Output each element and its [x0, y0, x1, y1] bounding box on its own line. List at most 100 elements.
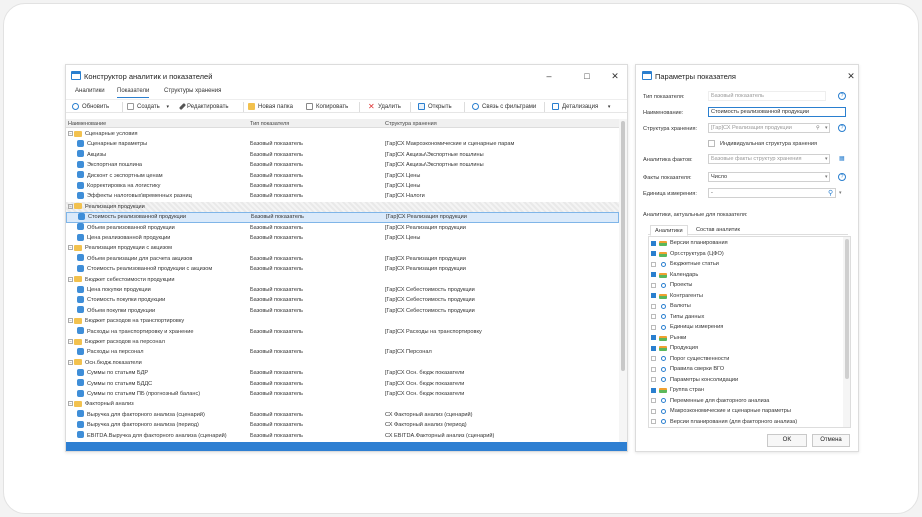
- table-row[interactable]: Цена покупки продукции Базовый показатель…: [66, 285, 619, 295]
- list-item[interactable]: Версии планирования (для факторного анал…: [649, 417, 842, 428]
- analytics-checkbox[interactable]: [651, 419, 656, 424]
- refresh-button[interactable]: Обновить: [72, 100, 109, 114]
- collapse-icon[interactable]: −: [68, 339, 73, 345]
- minimize-button[interactable]: –: [538, 68, 560, 84]
- folder-row[interactable]: − Факторный анализ: [66, 399, 619, 410]
- ok-button[interactable]: OK: [767, 434, 807, 447]
- table-row[interactable]: Выручка для факторного анализа (сценарий…: [66, 410, 619, 420]
- analytics-checkbox[interactable]: [651, 324, 656, 330]
- analytics-checkbox[interactable]: [651, 303, 656, 309]
- analytics-checkbox[interactable]: [651, 345, 656, 351]
- table-row[interactable]: Объем реализации для расчета акцизов Базо…: [66, 254, 619, 264]
- close-button[interactable]: ✕: [604, 68, 626, 84]
- collapse-icon[interactable]: −: [68, 318, 73, 324]
- list-item[interactable]: Рынки: [649, 333, 842, 344]
- list-scrollbar[interactable]: [843, 237, 850, 427]
- list-item[interactable]: Бюджетные статьи: [649, 259, 842, 270]
- scroll-thumb[interactable]: [844, 239, 849, 379]
- table-row[interactable]: Расходы на транспортировку и хранение Баз…: [66, 327, 619, 337]
- individual-storage-checkbox[interactable]: [708, 140, 715, 147]
- folder-row[interactable]: − Сценарные условия: [66, 129, 619, 140]
- collapse-icon[interactable]: −: [68, 276, 73, 282]
- table-row[interactable]: Расходы на персонал Базовый показатель [Га…: [66, 347, 619, 357]
- grid-scrollbar[interactable]: [619, 119, 627, 443]
- table-row[interactable]: Корректировка на логистику Базовый показа…: [66, 181, 619, 191]
- folder-row[interactable]: − Реализация продукции: [66, 201, 619, 213]
- analytics-checkbox[interactable]: [651, 261, 656, 267]
- analytics-checkbox[interactable]: [651, 314, 656, 319]
- tab-analytics[interactable]: Аналитики: [75, 87, 105, 98]
- list-item[interactable]: Переменные для факторного анализа: [649, 396, 842, 407]
- table-row[interactable]: Стоимость реализованной продукции Базовый…: [66, 212, 619, 223]
- list-item[interactable]: Версии планирования: [649, 238, 842, 249]
- list-item[interactable]: Порог существенности: [649, 354, 842, 365]
- create-button[interactable]: Создать ▾: [127, 100, 169, 114]
- table-row[interactable]: Стоимость покупки продукции Базовый показ…: [66, 295, 619, 305]
- list-item[interactable]: Макроэкономические и сценарные параметры: [649, 406, 842, 417]
- detail-button[interactable]: Детализация ▾: [552, 100, 610, 114]
- folder-row[interactable]: − Бюджет себестоимости продукции: [66, 274, 619, 285]
- analytics-checkbox[interactable]: [651, 377, 656, 382]
- list-item[interactable]: Проекты: [649, 280, 842, 291]
- delete-button[interactable]: ✕ Удалить: [368, 100, 401, 114]
- column-header-name[interactable]: Наименование: [68, 121, 106, 127]
- chevron-down-icon[interactable]: ▾: [825, 156, 828, 162]
- analytics-checkbox[interactable]: [651, 240, 656, 246]
- search-icon[interactable]: ⚲: [816, 125, 820, 131]
- chevron-down-icon[interactable]: ▾: [825, 125, 828, 131]
- open-button[interactable]: Открыть: [418, 100, 452, 114]
- table-row[interactable]: Объем реализованной продукции Базовый пок…: [66, 223, 619, 233]
- table-row[interactable]: Цена реализованной продукции Базовый пока…: [66, 233, 619, 243]
- storage-field[interactable]: [Гар]СХ Реализация продукции: [708, 123, 830, 133]
- folder-row[interactable]: − Бюджет расходов на персонал: [66, 337, 619, 348]
- table-row[interactable]: Суммы по статьям БДДС Базовый показатель […: [66, 379, 619, 389]
- filter-link-button[interactable]: Связь с фильтрами: [472, 100, 536, 114]
- list-item[interactable]: Типы данных: [649, 312, 842, 323]
- edit-button[interactable]: Редактировать: [178, 100, 228, 114]
- table-row[interactable]: Дисконт с экспортным ценам Базовый показа…: [66, 171, 619, 181]
- table-row[interactable]: EBITDA.Выручка для факторного анализа (с…: [66, 431, 619, 441]
- table-row[interactable]: Объем покупки продукции Базовый показател…: [66, 306, 619, 316]
- tab-indicators[interactable]: Показатели: [117, 87, 150, 98]
- collapse-icon[interactable]: −: [68, 245, 73, 251]
- table-row[interactable]: Эффекты налоговых\временных разниц Базовы…: [66, 191, 619, 201]
- folder-row[interactable]: − Реализация продукции с акцизом: [66, 243, 619, 254]
- folder-row[interactable]: − Бюджет расходов на транспортировку: [66, 316, 619, 327]
- help-icon[interactable]: ?: [838, 173, 846, 181]
- folder-row[interactable]: − Осн.бюдж.показатели: [66, 357, 619, 369]
- new-folder-button[interactable]: Новая папка: [248, 100, 293, 114]
- chevron-down-icon[interactable]: ▾: [839, 190, 842, 196]
- table-row[interactable]: Суммы по статьям БДР Базовый показатель [Г…: [66, 368, 619, 378]
- list-item[interactable]: Календарь: [649, 270, 842, 281]
- collapse-icon[interactable]: −: [68, 359, 73, 365]
- list-item[interactable]: Орг.структура (ЦФО): [649, 249, 842, 260]
- list-item[interactable]: Группа стран: [649, 385, 842, 396]
- analytics-checkbox[interactable]: [651, 272, 656, 277]
- analytics-checkbox[interactable]: [651, 408, 656, 414]
- analytics-checkbox[interactable]: [651, 366, 656, 372]
- chevron-down-icon[interactable]: ▾: [825, 174, 828, 180]
- analytics-checkbox[interactable]: [651, 293, 656, 298]
- analytics-checkbox[interactable]: [651, 251, 656, 256]
- help-icon[interactable]: ?: [838, 92, 846, 100]
- tab-analytics-composition[interactable]: Состав аналитик: [696, 225, 740, 235]
- table-row[interactable]: Сценарные параметры Базовый показатель [Га…: [66, 139, 619, 149]
- cancel-button[interactable]: Отмена: [812, 434, 850, 447]
- list-item[interactable]: Валюты: [649, 301, 842, 312]
- tab-storage-structures[interactable]: Структуры хранения: [164, 87, 221, 98]
- facts-field[interactable]: Число: [708, 172, 830, 182]
- facts-analytics-field[interactable]: Базовые факты структур хранения: [708, 154, 830, 164]
- tab-analytics[interactable]: Аналитики: [650, 225, 688, 236]
- search-icon[interactable]: ⚲: [828, 189, 833, 197]
- table-row[interactable]: Экспортная пошлина Базовый показатель [Гар…: [66, 160, 619, 170]
- list-item[interactable]: Продукция: [649, 343, 842, 354]
- analytics-checkbox[interactable]: [651, 282, 656, 288]
- analytics-checkbox[interactable]: [651, 356, 656, 361]
- list-item[interactable]: Контрагенты: [649, 291, 842, 302]
- list-item[interactable]: Параметры консолидации: [649, 375, 842, 386]
- close-button[interactable]: ✕: [840, 68, 862, 84]
- analytics-checkbox[interactable]: [651, 387, 656, 393]
- table-row[interactable]: Суммы по статьям ПБ (прогнозный баланс) Б…: [66, 389, 619, 399]
- scroll-thumb[interactable]: [621, 121, 625, 371]
- analytics-checkbox[interactable]: [651, 335, 656, 340]
